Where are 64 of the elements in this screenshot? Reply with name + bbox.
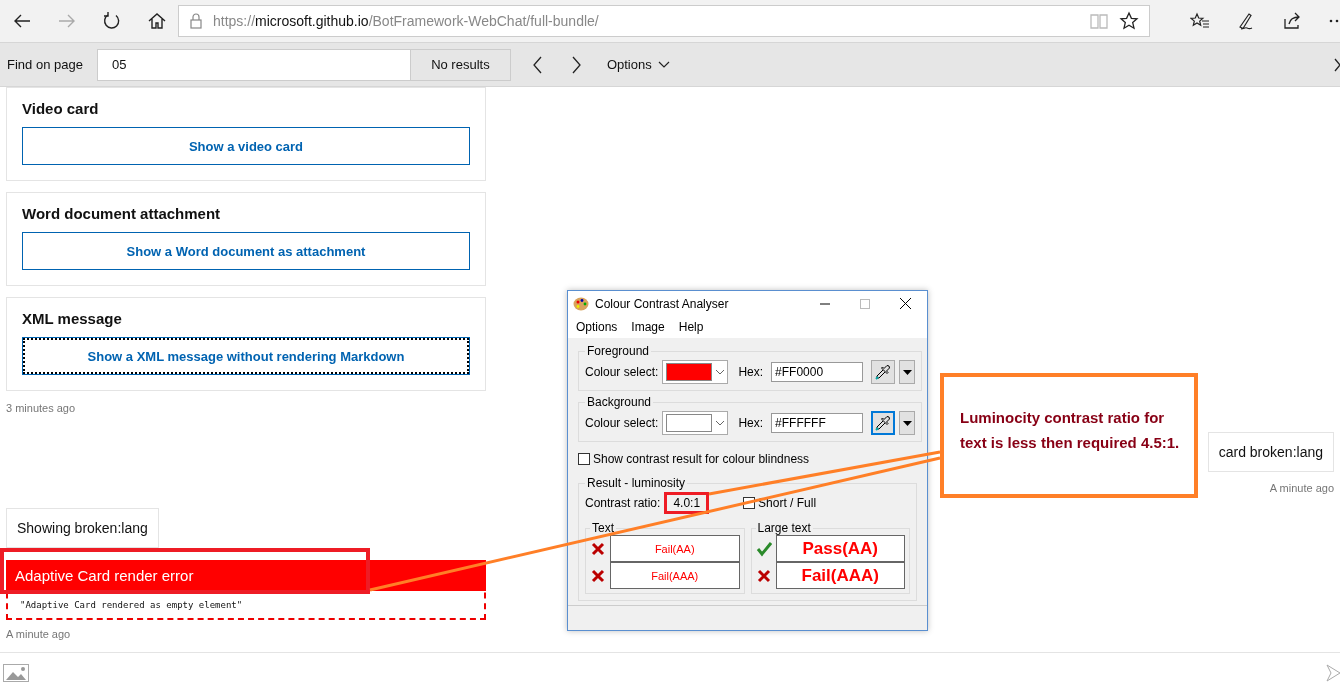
find-field[interactable]: 05 [96, 48, 411, 81]
star-list-icon[interactable] [1190, 11, 1210, 31]
options-button[interactable]: Options [606, 57, 670, 72]
group-label: Large text [756, 521, 812, 535]
lock-icon [189, 13, 203, 29]
group-label: Background [586, 395, 653, 409]
timestamp: A minute ago [6, 628, 71, 640]
user-message: card broken:lang [1207, 432, 1334, 472]
timestamp: A minute ago [1269, 482, 1334, 494]
card-title: Video card [22, 100, 100, 117]
next-icon[interactable] [570, 54, 583, 75]
card-action-button[interactable]: Show a Word document as attachment [22, 232, 470, 270]
caret-icon [716, 420, 725, 426]
palette-icon [573, 296, 589, 311]
field-label: Hex: [738, 416, 764, 430]
menu-item[interactable]: Help [678, 320, 704, 334]
error-message: "Adaptive Card rendered as empty element" [19, 599, 244, 612]
group-label: Foreground [586, 344, 651, 358]
caret-icon [902, 369, 912, 375]
field-label: Hex: [738, 365, 764, 379]
eyedropper-icon [875, 415, 892, 431]
colour-dropdown[interactable] [662, 360, 729, 384]
annotation-note: Luminocity contrast ratio for text is less then required 4.5:1. [940, 373, 1198, 498]
find-label: Find on page [6, 57, 84, 72]
home-icon[interactable] [147, 11, 167, 31]
card-action-button[interactable]: Show a video card [22, 127, 470, 165]
field-label: Colour select: [585, 365, 659, 379]
checkbox-label: Show contrast result for colour blindness [593, 452, 810, 466]
star-icon[interactable] [1119, 11, 1139, 31]
group-label: Result - luminosity [586, 476, 687, 490]
field-label: Colour select: [585, 416, 659, 430]
result-count: No results [410, 48, 511, 81]
dropdown-button[interactable] [899, 411, 916, 435]
menu-item[interactable]: Options [576, 320, 618, 334]
image-icon[interactable] [3, 664, 29, 682]
eyedropper-button[interactable] [871, 360, 896, 384]
contrast-ratio-label: Contrast ratio: [585, 496, 661, 510]
error-title: Adaptive Card render error [6, 560, 486, 591]
bot-message: Showing broken:lang [6, 508, 159, 548]
eyedropper-button[interactable] [871, 411, 896, 435]
caret-icon [657, 60, 670, 69]
caret-icon [716, 369, 725, 375]
eyedropper-icon [875, 364, 892, 380]
result-field: Fail(AAA) [775, 562, 905, 589]
refresh-icon[interactable] [102, 11, 122, 31]
close-icon[interactable] [900, 298, 911, 309]
hex-field[interactable]: #FFFFFF [771, 413, 864, 433]
checkbox[interactable] [578, 453, 590, 465]
timestamp: 3 minutes ago [6, 402, 76, 414]
card-title: Word document attachment [22, 205, 222, 222]
hex-field[interactable]: #FF0000 [771, 362, 864, 382]
menu-item[interactable]: Image [631, 320, 665, 334]
share-icon[interactable] [1282, 11, 1302, 31]
result-field: Fail(AAA) [610, 562, 740, 589]
group-label: Text [591, 521, 615, 535]
dropdown-button[interactable] [899, 360, 916, 384]
result-field: Pass(AA) [775, 535, 905, 562]
contrast-ratio-value: 4.0:1 [664, 492, 710, 514]
card-title: XML message [22, 310, 123, 327]
window-title: Colour Contrast Analyser [595, 296, 730, 311]
card-action-button[interactable]: Show a XML message without rendering Markdown [22, 337, 470, 375]
result-field: Fail(AA) [610, 535, 740, 562]
caret-icon [902, 420, 912, 426]
colour-dropdown[interactable] [662, 411, 729, 435]
